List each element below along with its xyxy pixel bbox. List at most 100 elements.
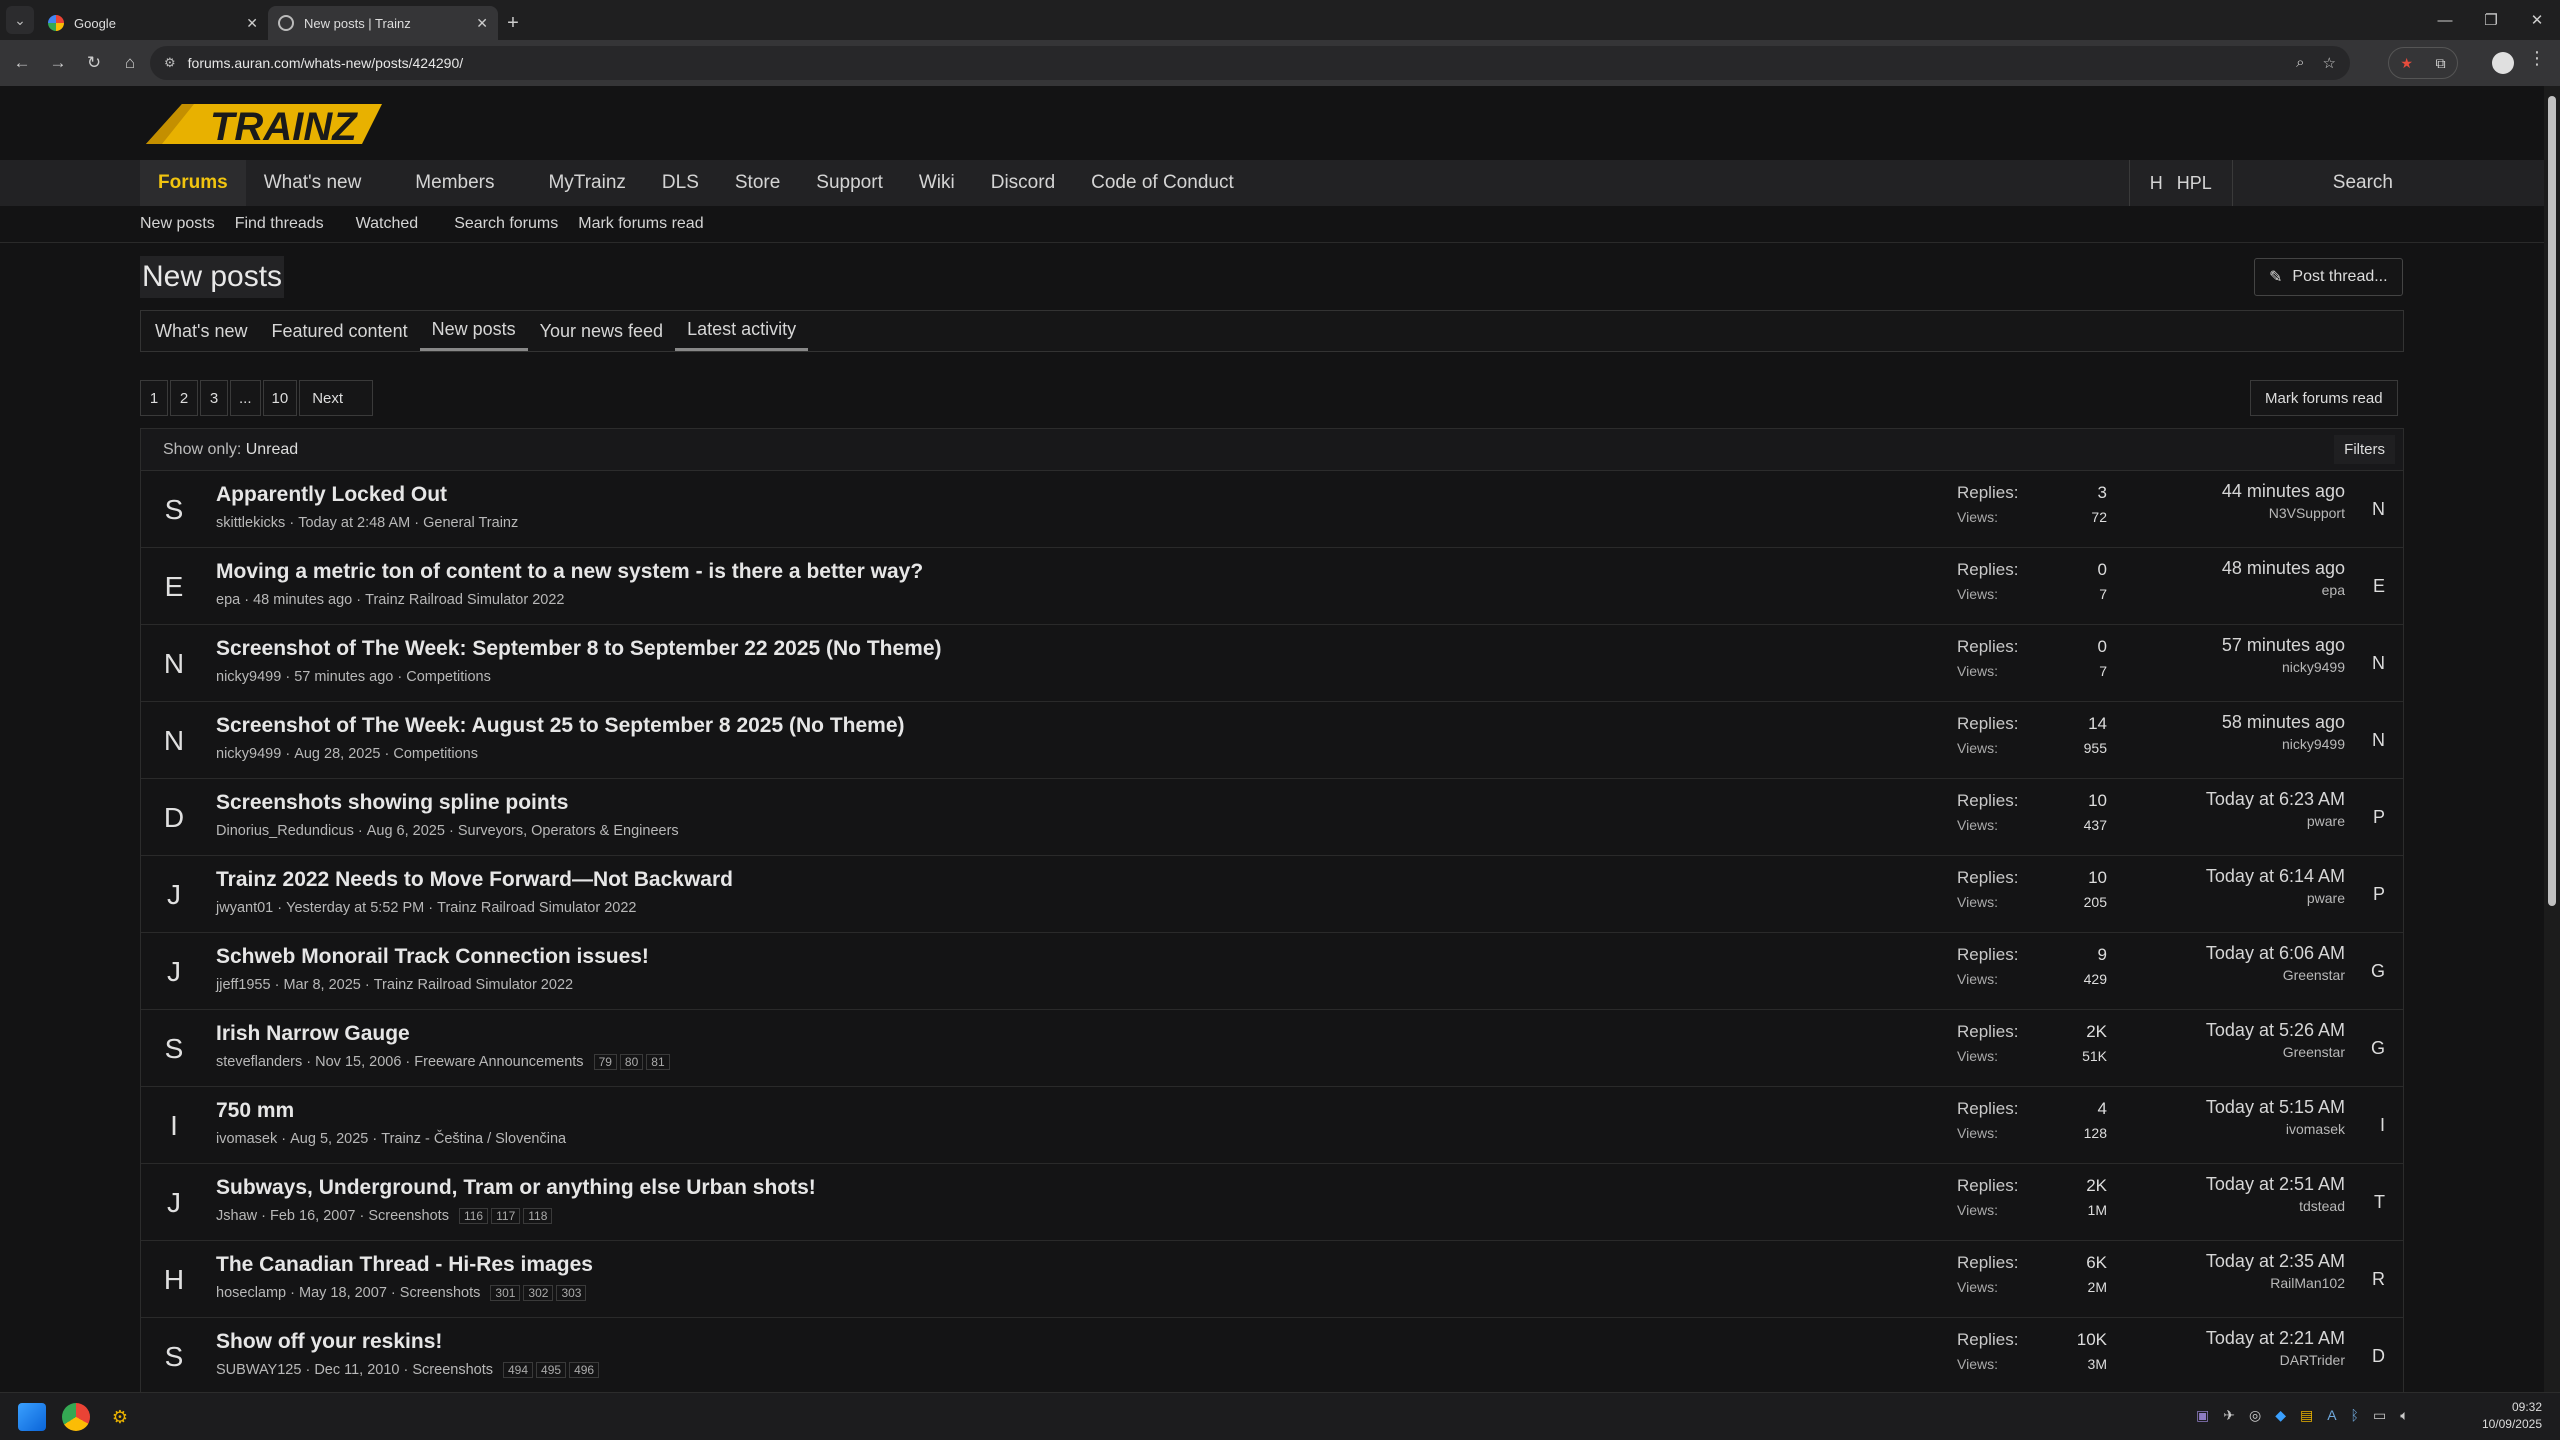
menu-icon[interactable]: ⋮ xyxy=(2528,48,2546,69)
extension-icon[interactable]: ★ xyxy=(2400,55,2413,72)
last-poster-avatar[interactable]: G xyxy=(2371,1010,2385,1087)
last-poster-avatar[interactable]: I xyxy=(2380,1087,2385,1164)
windows-start-icon[interactable] xyxy=(18,1403,46,1431)
author-avatar[interactable]: J xyxy=(141,933,207,1010)
thread-author[interactable]: steveflanders xyxy=(216,1054,302,1070)
thread-forum[interactable]: Freeware Announcements xyxy=(414,1054,583,1070)
url-text[interactable]: forums.auran.com/whats-new/posts/424290/ xyxy=(188,55,2284,71)
thread-start-date[interactable]: 57 minutes ago xyxy=(294,669,393,685)
thread-row[interactable]: S Show off your reskins! SUBWAY125 · Dec 1… xyxy=(141,1318,2403,1392)
thread-title[interactable]: Moving a metric ton of content to a new … xyxy=(216,560,923,584)
profile-avatar[interactable] xyxy=(2492,52,2514,74)
close-tab-icon[interactable]: ✕ xyxy=(476,15,488,32)
nav-members[interactable]: Members xyxy=(397,160,530,206)
page-link[interactable]: 1 xyxy=(140,380,168,416)
thread-start-date[interactable]: Aug 5, 2025 xyxy=(290,1131,368,1147)
nav-code-of-conduct[interactable]: Code of Conduct xyxy=(1073,160,1252,206)
thread-author[interactable]: epa xyxy=(216,592,240,608)
thread-row[interactable]: N Screenshot of The Week: August 25 to Se… xyxy=(141,702,2403,779)
thread-author[interactable]: ivomasek xyxy=(216,1131,277,1147)
subnav-find-threads[interactable]: Find threads xyxy=(235,215,324,233)
tray-app-icon[interactable]: A xyxy=(2327,1407,2336,1424)
thread-forum[interactable]: Screenshots xyxy=(368,1208,449,1224)
author-avatar[interactable]: N xyxy=(141,625,207,702)
last-post-time[interactable]: Today at 2:21 AM xyxy=(2206,1328,2345,1352)
thread-row[interactable]: S Irish Narrow Gauge steveflanders · Nov 1… xyxy=(141,1010,2403,1087)
volume-icon[interactable]: 🔈︎ xyxy=(2400,1407,2408,1424)
thread-title[interactable]: Screenshot of The Week: September 8 to S… xyxy=(216,637,942,661)
thread-author[interactable]: nicky9499 xyxy=(216,746,281,762)
thread-forum[interactable]: Screenshots xyxy=(412,1362,493,1378)
last-post-time[interactable]: 44 minutes ago xyxy=(2222,481,2345,505)
thread-start-date[interactable]: Feb 16, 2007 xyxy=(270,1208,355,1224)
thread-page-link[interactable]: 117 xyxy=(491,1208,521,1224)
last-post-time[interactable]: 57 minutes ago xyxy=(2222,635,2345,659)
last-poster-avatar[interactable]: N xyxy=(2372,625,2385,702)
tab-whats-new[interactable]: What's new xyxy=(143,311,259,351)
next-page-button[interactable]: Next xyxy=(299,380,374,416)
thread-row[interactable]: D Screenshots showing spline points Dinori… xyxy=(141,779,2403,856)
post-thread-button[interactable]: ✎ Post thread... xyxy=(2254,258,2403,296)
thread-page-link[interactable]: 303 xyxy=(556,1285,587,1301)
chrome-icon[interactable] xyxy=(62,1403,90,1431)
thread-forum[interactable]: Trainz Railroad Simulator 2022 xyxy=(365,592,564,608)
author-avatar[interactable]: I xyxy=(141,1087,207,1164)
last-post-time[interactable]: 58 minutes ago xyxy=(2222,712,2345,736)
last-poster-avatar[interactable]: T xyxy=(2374,1164,2385,1241)
thread-row[interactable]: J Schweb Monorail Track Connection issues… xyxy=(141,933,2403,1010)
last-poster-avatar[interactable]: P xyxy=(2373,779,2385,856)
address-bar[interactable]: ⚙ forums.auran.com/whats-new/posts/42429… xyxy=(150,46,2350,80)
taskbar-clock[interactable]: 09:32 10/09/2025 xyxy=(2482,1399,2542,1433)
last-post-user[interactable]: DARTrider xyxy=(2206,1352,2345,1368)
nav-store[interactable]: Store xyxy=(717,160,798,206)
site-info-icon[interactable]: ⚙ xyxy=(164,55,176,71)
thread-page-link[interactable]: 116 xyxy=(458,1208,489,1224)
thread-row[interactable]: E Moving a metric ton of content to a new… xyxy=(141,548,2403,625)
thread-forum[interactable]: General Trainz xyxy=(423,515,518,531)
thread-start-date[interactable]: 48 minutes ago xyxy=(253,592,352,608)
last-post-user[interactable]: N3VSupport xyxy=(2222,505,2345,521)
scrollbar-thumb[interactable] xyxy=(2548,96,2556,906)
thread-author[interactable]: hoseclamp xyxy=(216,1285,286,1301)
subnav-watched[interactable]: Watched xyxy=(356,215,419,233)
subnav-mark-forums-read[interactable]: Mark forums read xyxy=(578,215,703,233)
last-poster-avatar[interactable]: G xyxy=(2371,933,2385,1010)
thread-page-link[interactable]: 79 xyxy=(593,1054,617,1070)
thread-page-link[interactable]: 494 xyxy=(503,1362,534,1378)
author-avatar[interactable]: J xyxy=(141,1164,207,1241)
thread-page-link[interactable]: 80 xyxy=(619,1054,644,1070)
page-link[interactable]: 10 xyxy=(262,380,298,416)
thread-author[interactable]: SUBWAY125 xyxy=(216,1362,301,1378)
thread-page-link[interactable]: 496 xyxy=(569,1362,600,1378)
page-link[interactable]: 3 xyxy=(200,380,228,416)
thread-row[interactable]: N Screenshot of The Week: September 8 to … xyxy=(141,625,2403,702)
last-post-time[interactable]: Today at 6:23 AM xyxy=(2206,789,2345,813)
last-post-user[interactable]: tdstead xyxy=(2206,1198,2345,1214)
tab-new-posts[interactable]: New posts xyxy=(419,311,528,351)
last-post-user[interactable]: ivomasek xyxy=(2206,1121,2345,1137)
tab-your-news-feed[interactable]: Your news feed xyxy=(528,311,675,351)
thread-title[interactable]: The Canadian Thread - Hi-Res images xyxy=(216,1253,593,1277)
thread-start-date[interactable]: Today at 2:48 AM xyxy=(298,515,410,531)
author-avatar[interactable]: N xyxy=(141,702,207,779)
thread-start-date[interactable]: Aug 6, 2025 xyxy=(367,823,445,839)
filter-value[interactable]: Unread xyxy=(246,441,298,458)
last-post-user[interactable]: RailMan102 xyxy=(2206,1275,2345,1291)
thread-title[interactable]: Screenshots showing spline points xyxy=(216,791,568,815)
thread-title[interactable]: 750 mm xyxy=(216,1099,294,1123)
tray-app-icon[interactable]: ▤ xyxy=(2300,1407,2313,1424)
author-avatar[interactable]: H xyxy=(141,1241,207,1318)
thread-row[interactable]: I 750 mm ivomasek · Aug 5, 2025 · Trainz -… xyxy=(141,1087,2403,1164)
thread-author[interactable]: Jshaw xyxy=(216,1208,257,1224)
thread-start-date[interactable]: Nov 15, 2006 xyxy=(315,1054,401,1070)
page-scrollbar[interactable] xyxy=(2544,86,2560,1392)
author-avatar[interactable]: J xyxy=(141,856,207,933)
browser-tab-trainz[interactable]: New posts | Trainz ✕ xyxy=(268,6,498,40)
tab-latest-activity[interactable]: Latest activity xyxy=(675,311,809,351)
last-post-user[interactable]: epa xyxy=(2222,582,2345,598)
thread-title[interactable]: Screenshot of The Week: August 25 to Sep… xyxy=(216,714,905,738)
last-post-user[interactable]: nicky9499 xyxy=(2222,659,2345,675)
thread-start-date[interactable]: Mar 8, 2025 xyxy=(283,977,360,993)
nav-mytrainz[interactable]: MyTrainz xyxy=(530,160,643,206)
nav-dls[interactable]: DLS xyxy=(644,160,717,206)
